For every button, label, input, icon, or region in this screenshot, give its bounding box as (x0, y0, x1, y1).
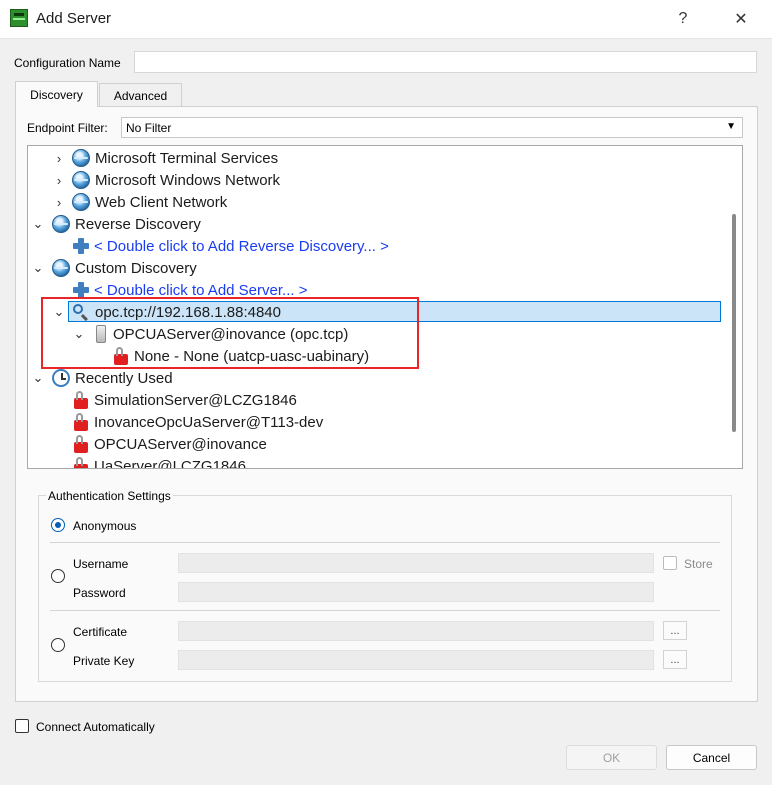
certificate-input[interactable] (178, 621, 654, 641)
tree-item[interactable]: SimulationServer@LCZG1846 (73, 389, 297, 411)
chevron-right-icon[interactable]: › (52, 191, 66, 213)
username-radio[interactable] (51, 569, 65, 583)
lock-icon (73, 457, 89, 468)
close-button[interactable]: ✕ (718, 5, 764, 33)
tree-item[interactable]: Web Client Network (72, 191, 227, 213)
tree-item-recently-used[interactable]: Recently Used (52, 367, 173, 389)
title-bar (0, 0, 772, 39)
tree-item[interactable]: Microsoft Windows Network (72, 169, 280, 191)
lock-icon (73, 391, 89, 409)
globe-icon (52, 215, 70, 233)
password-label: Password (73, 586, 126, 600)
chevron-right-icon[interactable]: › (52, 147, 66, 169)
globe-icon (52, 259, 70, 277)
anonymous-radio[interactable] (51, 518, 65, 532)
plus-icon (73, 238, 89, 254)
tab-advanced[interactable]: Advanced (99, 83, 182, 107)
username-input[interactable] (178, 553, 654, 573)
username-label: Username (73, 557, 129, 571)
globe-icon (72, 171, 90, 189)
add-reverse-discovery-item[interactable]: < Double click to Add Reverse Discovery.… (73, 235, 389, 257)
globe-icon (72, 193, 90, 211)
connect-auto-checkbox[interactable] (15, 719, 29, 733)
ok-button[interactable]: OK (566, 745, 657, 770)
config-name-label: Configuration Name (14, 56, 121, 70)
chevron-down-icon[interactable]: ⌄ (31, 257, 45, 279)
divider (50, 610, 720, 611)
certificate-radio[interactable] (51, 638, 65, 652)
help-button[interactable]: ? (660, 5, 706, 33)
chevron-down-icon[interactable]: ⌄ (31, 367, 45, 389)
cancel-button[interactable]: Cancel (666, 745, 757, 770)
store-checkbox[interactable] (663, 556, 677, 570)
private-key-input[interactable] (178, 650, 654, 670)
auth-group-title: Authentication Settings (46, 489, 173, 503)
endpoint-filter-value: No Filter (126, 120, 172, 135)
tree-item-reverse-discovery[interactable]: Reverse Discovery (52, 213, 201, 235)
tab-discovery[interactable]: Discovery (15, 81, 98, 107)
config-name-input[interactable] (134, 51, 757, 73)
annotation-box (41, 297, 419, 369)
store-label: Store (684, 557, 713, 571)
anonymous-label: Anonymous (73, 519, 137, 533)
tree-scrollbar[interactable] (732, 214, 736, 432)
globe-icon (72, 149, 90, 167)
chevron-right-icon[interactable]: › (52, 169, 66, 191)
lock-icon (73, 435, 89, 453)
endpoint-filter-select[interactable]: No Filter ▼ (121, 117, 743, 138)
window-title: Add Server (36, 10, 112, 27)
chevron-down-icon[interactable]: ⌄ (31, 213, 45, 235)
private-key-label: Private Key (73, 654, 135, 668)
certificate-label: Certificate (73, 625, 128, 639)
divider (50, 542, 720, 543)
connect-auto-label: Connect Automatically (36, 720, 155, 734)
app-icon (10, 9, 28, 27)
tree-item[interactable]: Microsoft Terminal Services (72, 147, 278, 169)
plus-icon (73, 282, 89, 298)
tree-item-custom-discovery[interactable]: Custom Discovery (52, 257, 197, 279)
certificate-browse-button[interactable]: ... (663, 621, 687, 640)
chevron-down-icon: ▼ (726, 121, 736, 132)
private-key-browse-button[interactable]: ... (663, 650, 687, 669)
lock-icon (73, 413, 89, 431)
password-input[interactable] (178, 582, 654, 602)
tree-item[interactable]: UaServer@LCZG1846 (73, 455, 246, 468)
tree-item[interactable]: InovanceOpcUaServer@T113-dev (73, 411, 323, 433)
server-tree[interactable]: › Microsoft Terminal Services › Microsof… (27, 145, 743, 469)
endpoint-filter-label: Endpoint Filter: (27, 121, 108, 135)
clock-icon (52, 369, 70, 387)
tree-item[interactable]: OPCUAServer@inovance (73, 433, 267, 455)
